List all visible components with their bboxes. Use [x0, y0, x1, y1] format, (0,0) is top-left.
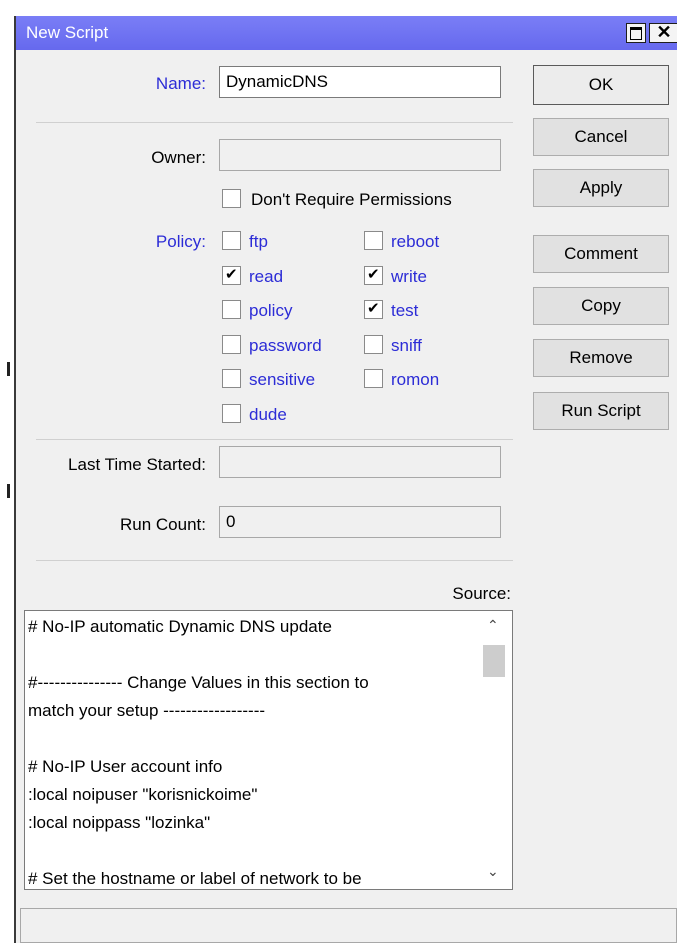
scroll-down-icon[interactable]: ⌄ [487, 863, 499, 880]
vertical-scrollbar[interactable]: ⌃ ⌄ [477, 611, 511, 889]
remove-button[interactable]: Remove [533, 339, 669, 377]
policy-password-checkbox[interactable] [222, 335, 241, 354]
source-line: match your setup ------------------ [28, 701, 266, 720]
apply-button[interactable]: Apply [533, 169, 669, 207]
policy-sensitive-label: sensitive [249, 370, 316, 389]
policy-read-label: read [249, 267, 284, 286]
run-count-label: Run Count: [120, 515, 206, 534]
policy-reboot-checkbox[interactable] [364, 231, 383, 250]
policy-password-label: password [249, 336, 322, 355]
comment-button[interactable]: Comment [533, 235, 669, 273]
name-input[interactable]: DynamicDNS [219, 66, 501, 98]
policy-ftp-label: ftp [249, 232, 268, 251]
source-line: # No-IP automatic Dynamic DNS update [28, 617, 332, 636]
policy-dude-label: dude [249, 405, 287, 424]
policy-sniff-label: sniff [391, 336, 422, 355]
policy-romon-label: romon [391, 370, 440, 389]
close-icon[interactable]: ✕ [649, 23, 677, 43]
owner-label: Owner: [151, 148, 206, 167]
policy-romon-checkbox[interactable] [364, 369, 383, 388]
source-textarea[interactable]: # No-IP automatic Dynamic DNS update #---… [24, 610, 513, 890]
policy-dude-checkbox[interactable] [222, 404, 241, 423]
copy-button[interactable]: Copy [533, 287, 669, 325]
separator [36, 560, 513, 561]
source-label: Source: [452, 584, 511, 603]
dont-require-permissions-label: Don't Require Permissions [251, 190, 452, 209]
title-bar[interactable]: New Script ✕ [16, 16, 677, 50]
source-line: :local noippass "lozinka" [28, 813, 211, 832]
separator [36, 439, 513, 440]
policy-test-checkbox[interactable] [364, 299, 383, 319]
status-field [20, 908, 677, 943]
source-line: # Set the hostname or label of network t… [28, 869, 362, 888]
policy-policy-label: policy [249, 301, 293, 320]
policy-write-label: write [391, 267, 427, 286]
policy-label: Policy: [155, 232, 206, 251]
separator [36, 122, 513, 123]
last-time-started-field [219, 446, 501, 478]
policy-reboot-label: reboot [391, 232, 440, 251]
scroll-up-icon[interactable]: ⌃ [487, 617, 499, 634]
window-title: New Script [26, 23, 109, 42]
policy-sniff-checkbox[interactable] [364, 335, 383, 354]
source-line: # No-IP User account info [28, 757, 223, 776]
name-label: Name: [155, 74, 206, 93]
status-bar [16, 904, 677, 943]
run-count-field: 0 [219, 506, 501, 538]
new-script-window: New Script ✕ Name: DynamicDNS Owner: Don… [14, 16, 677, 943]
policy-test-label: test [391, 301, 419, 320]
cancel-button[interactable]: Cancel [533, 118, 669, 156]
window-edge-mark [7, 362, 10, 376]
scroll-thumb[interactable] [483, 645, 505, 677]
run-script-button[interactable]: Run Script [533, 392, 669, 430]
source-line: #--------------- Change Values in this s… [28, 673, 369, 692]
dont-require-permissions-checkbox[interactable] [222, 189, 241, 208]
policy-read-checkbox[interactable] [222, 265, 241, 285]
policy-ftp-checkbox[interactable] [222, 231, 241, 250]
owner-input[interactable] [219, 139, 501, 171]
policy-write-checkbox[interactable] [364, 265, 383, 285]
source-line: :local noipuser "korisnickoime" [28, 785, 258, 804]
maximize-icon[interactable] [626, 23, 646, 43]
ok-button[interactable]: OK [533, 65, 669, 105]
last-time-started-label: Last Time Started: [68, 455, 206, 474]
policy-policy-checkbox[interactable] [222, 300, 241, 319]
policy-sensitive-checkbox[interactable] [222, 369, 241, 388]
window-edge-mark [7, 484, 10, 498]
